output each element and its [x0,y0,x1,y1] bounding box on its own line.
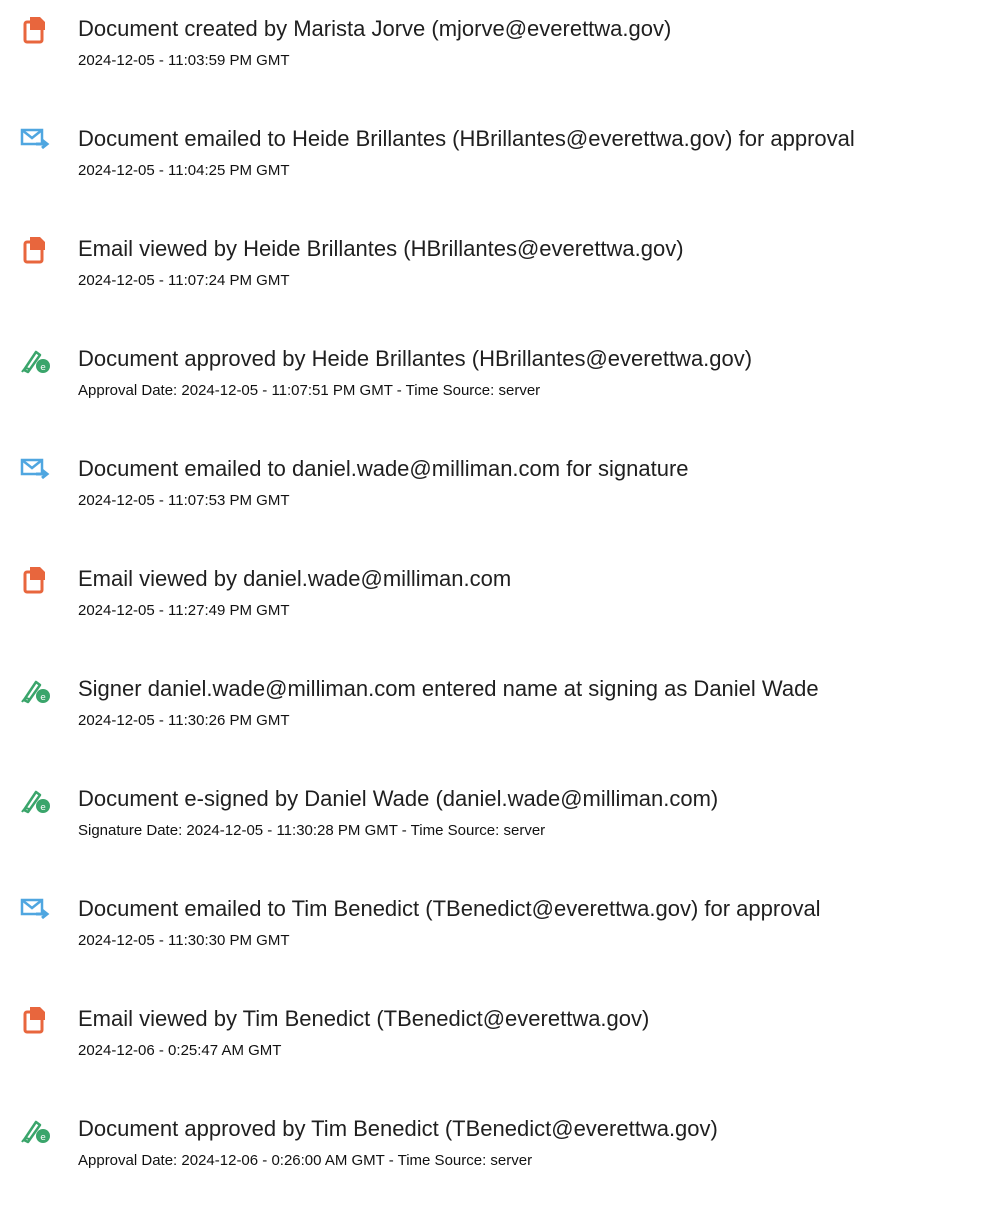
svg-text:e: e [40,693,46,703]
e-sign-pen-icon: e [20,786,52,814]
document-icon [20,236,52,264]
event-title: Document emailed to Tim Benedict (TBened… [78,896,821,921]
event-timestamp: Approval Date: 2024-12-05 - 11:07:51 PM … [78,382,541,399]
event-title: Email viewed by Tim Benedict (TBenedict@… [78,1006,650,1031]
audit-event: Email viewed by Heide Brillantes (HBrill… [0,234,988,324]
email-sent-icon [20,126,52,154]
event-timestamp: 2024-12-05 - 11:07:24 PM GMT [78,272,290,289]
event-title: Document emailed to Heide Brillantes (HB… [78,126,855,151]
email-sent-icon [20,456,52,484]
event-title: Document e-signed by Daniel Wade (daniel… [78,786,719,811]
event-title: Document created by Marista Jorve (mjorv… [78,16,672,41]
e-sign-pen-icon: e [20,346,52,374]
event-timestamp: 2024-12-05 - 11:30:30 PM GMT [78,932,290,949]
event-timestamp: 2024-12-05 - 11:03:59 PM GMT [78,52,290,69]
event-title: Email viewed by Heide Brillantes (HBrill… [78,236,684,261]
audit-event: e Document approved by Heide Brillantes … [0,344,988,434]
audit-event: e Document approved by Tim Benedict (TBe… [0,1114,988,1204]
document-icon [20,566,52,594]
event-timestamp: Approval Date: 2024-12-06 - 0:26:00 AM G… [78,1152,533,1169]
svg-text:e: e [40,363,46,373]
audit-event: Document emailed to Heide Brillantes (HB… [0,124,988,214]
event-timestamp: 2024-12-05 - 11:07:53 PM GMT [78,492,290,509]
event-timestamp: 2024-12-06 - 0:25:47 AM GMT [78,1042,282,1059]
event-title: Signer daniel.wade@milliman.com entered … [78,676,819,701]
event-title: Email viewed by daniel.wade@milliman.com [78,566,512,591]
audit-event: Document created by Marista Jorve (mjorv… [0,14,988,104]
audit-event: Document emailed to daniel.wade@milliman… [0,454,988,544]
event-timestamp: 2024-12-05 - 11:27:49 PM GMT [78,602,290,619]
event-timestamp: Signature Date: 2024-12-05 - 11:30:28 PM… [78,822,546,839]
audit-event: Email viewed by Tim Benedict (TBenedict@… [0,1004,988,1094]
audit-event: Document emailed to Tim Benedict (TBened… [0,894,988,984]
document-icon [20,1006,52,1034]
event-title: Document approved by Tim Benedict (TBene… [78,1116,718,1141]
audit-event: e Signer daniel.wade@milliman.com entere… [0,674,988,764]
event-timestamp: 2024-12-05 - 11:04:25 PM GMT [78,162,290,179]
audit-event: e Document e-signed by Daniel Wade (dani… [0,784,988,874]
event-title: Document emailed to daniel.wade@milliman… [78,456,689,481]
email-sent-icon [20,896,52,924]
event-timestamp: 2024-12-05 - 11:30:26 PM GMT [78,712,290,729]
e-sign-pen-icon: e [20,1116,52,1144]
document-icon [20,16,52,44]
svg-text:e: e [40,1133,46,1143]
svg-text:e: e [40,803,46,813]
e-sign-pen-icon: e [20,676,52,704]
audit-event: Email viewed by daniel.wade@milliman.com… [0,564,988,654]
event-title: Document approved by Heide Brillantes (H… [78,346,753,371]
